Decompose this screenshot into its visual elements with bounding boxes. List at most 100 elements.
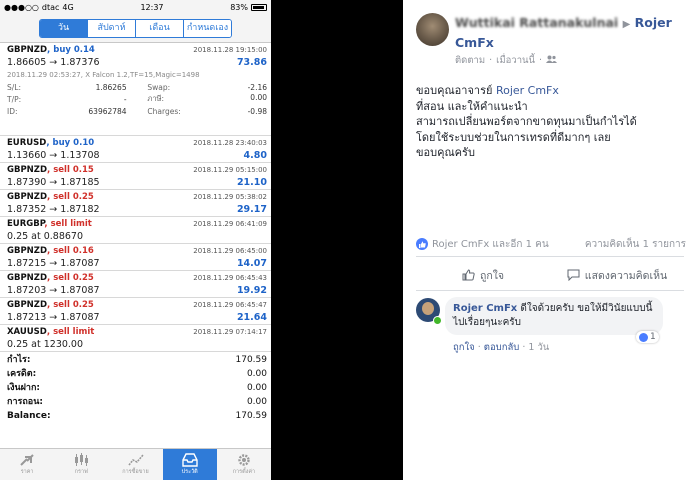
tab-settings[interactable]: การตั้งค่า xyxy=(217,449,271,480)
trade-datetime: 2018.11.29 06:45:47 xyxy=(193,301,267,309)
trade-symbol: GBPNZD xyxy=(7,192,48,202)
trade-row[interactable]: GBPNZD, sell 0.25 2018.11.29 05:38:02 1.87… xyxy=(0,190,271,217)
trade-row[interactable]: GBPNZD, sell 0.25 2018.11.29 06:45:43 1.87… xyxy=(0,271,271,298)
comment-time[interactable]: 1 วัน xyxy=(528,342,549,353)
like-button[interactable]: ถูกใจ xyxy=(416,262,550,288)
battery-icon xyxy=(251,3,267,11)
summary-label: เงินฝาก: xyxy=(7,383,40,393)
post-line: ที่สอน และให้คำแนะนำ xyxy=(416,99,528,113)
period-selector-bar: วัน สัปดาห์ เดือน กำหนดเอง xyxy=(0,14,271,43)
trade-datetime: 2018.11.29 07:14:17 xyxy=(193,328,267,336)
post-line: ขอบคุณครับ xyxy=(416,146,475,159)
trade-row[interactable]: GBPNZD, sell 0.16 2018.11.29 06:45:00 1.87… xyxy=(0,244,271,271)
segment-week[interactable]: สัปดาห์ xyxy=(87,19,135,37)
period-segmented-control: วัน สัปดาห์ เดือน กำหนดเอง xyxy=(39,18,232,38)
tab-label: การซื้อขาย xyxy=(122,469,149,475)
friends-audience-icon xyxy=(546,55,558,66)
follow-link[interactable]: ติดตาม xyxy=(455,53,485,68)
trade-symbol: GBPNZD xyxy=(7,300,48,310)
summary-row: เครดิต: 0.00 xyxy=(7,367,267,381)
tab-history[interactable]: ประวัติ xyxy=(162,449,217,480)
post-line: ขอบคุณอาจารย์ xyxy=(416,84,496,97)
comment-bubble: Rojer CmFx ดีใจด้วยครับ ขอให้มีวินัยแบบน… xyxy=(445,297,663,335)
trade-symbol: GBPNZD xyxy=(7,45,48,55)
comment-actions: ถูกใจ · ตอบกลับ · 1 วัน xyxy=(453,340,549,355)
trade-row[interactable]: EURGBP, sell limit 2018.11.29 06:41:09 0.2… xyxy=(0,217,271,244)
tab-quotes[interactable]: ราคา xyxy=(0,449,54,480)
status-bar: ●●●○○ dtac 4G 12:37 83% xyxy=(0,0,271,14)
online-status-dot xyxy=(433,316,442,325)
trade-detail-row: S/L: 1.86265 Swap: -2.16 xyxy=(7,81,267,93)
dot-separator: · xyxy=(489,55,493,66)
thumbs-up-icon xyxy=(462,269,475,281)
arrow-right-icon: ▶ xyxy=(622,19,631,30)
trade-row-expanded[interactable]: GBPNZD, buy 0.14 2018.11.28 19:15:00 1.8… xyxy=(0,43,271,136)
summary-row: Balance: 170.59 xyxy=(7,409,267,423)
divider xyxy=(416,290,684,291)
trade-profit: 21.64 xyxy=(236,312,267,323)
like-summary[interactable]: Rojer CmFx และอีก 1 คน xyxy=(416,237,549,252)
trade-symbol: EURGBP xyxy=(7,219,45,229)
trade-prices: 0.25 at 0.88670 xyxy=(7,231,84,242)
segment-day[interactable]: วัน xyxy=(40,19,87,37)
battery-percent: 83% xyxy=(230,2,248,12)
post-mention[interactable]: Rojer CmFx xyxy=(496,84,559,97)
trade-prices: 1.87213 → 1.87087 xyxy=(7,312,100,323)
trade-profit: 14.07 xyxy=(236,258,267,269)
trade-prices: 1.13660 → 1.13708 xyxy=(7,150,100,161)
detail-value: -0.98 xyxy=(247,106,267,116)
segment-month[interactable]: เดือน xyxy=(135,19,183,37)
trade-symbol: GBPNZD xyxy=(7,246,48,256)
trade-symbol: EURUSD xyxy=(7,138,47,148)
comment-like-count: 1 xyxy=(650,332,656,342)
tab-trade[interactable]: การซื้อขาย xyxy=(108,449,162,480)
trade-datetime: 2018.11.28 19:15:00 xyxy=(193,46,267,54)
trade-side: sell 0.16 xyxy=(53,246,94,256)
post-body: ขอบคุณอาจารย์ Rojer CmFx ที่สอน และให้คำ… xyxy=(416,83,686,161)
detail-value: 1.86265 xyxy=(95,82,127,92)
likes-text: Rojer CmFx และอีก 1 คน xyxy=(432,238,549,250)
detail-value: -2.16 xyxy=(247,82,267,92)
detail-label: ID: xyxy=(7,106,18,116)
quotes-icon xyxy=(20,454,34,466)
post-meta: ติดตาม · เมื่อวานนี้ · xyxy=(455,53,558,68)
trade-side: buy 0.14 xyxy=(53,45,95,55)
trade-datetime: 2018.11.29 06:45:43 xyxy=(193,274,267,282)
trade-row[interactable]: EURUSD, buy 0.10 2018.11.28 23:40:03 1.136… xyxy=(0,136,271,163)
comment-label: แสดงความคิดเห็น xyxy=(584,269,668,282)
comment-button[interactable]: แสดงความคิดเห็น xyxy=(550,262,684,288)
post-time[interactable]: เมื่อวานนี้ xyxy=(496,53,535,68)
trade-symbol: GBPNZD xyxy=(7,165,48,175)
summary-value: 0.00 xyxy=(246,397,267,407)
author-avatar[interactable] xyxy=(416,13,449,46)
comment-like-badge[interactable]: 1 xyxy=(636,331,659,343)
carrier: dtac xyxy=(41,2,60,12)
comment-reply-link[interactable]: ตอบกลับ xyxy=(484,342,520,353)
commenter-name[interactable]: Rojer CmFx xyxy=(453,303,517,314)
like-reaction-icon xyxy=(639,332,648,342)
detail-label: ภาษี: xyxy=(147,94,165,103)
mt4-phone-screen: ●●●○○ dtac 4G 12:37 83% วัน สัปดาห์ เดือ… xyxy=(0,0,271,480)
segment-custom[interactable]: กำหนดเอง xyxy=(183,19,231,37)
comments-count[interactable]: ความคิดเห็น 1 รายการ xyxy=(585,237,686,252)
trade-row[interactable]: XAUUSD, sell limit 2018.11.29 07:14:17 0.2… xyxy=(0,325,271,352)
detail-value: - xyxy=(123,94,127,104)
network: 4G xyxy=(62,2,74,12)
post-actions: ถูกใจ แสดงความคิดเห็น xyxy=(416,262,684,288)
detail-label: Charges: xyxy=(147,106,181,116)
blurred-author-name[interactable]: Wuttikai Rattanakulnai xyxy=(455,15,618,30)
trade-side: sell 0.15 xyxy=(53,165,94,175)
trade-datetime: 2018.11.29 05:15:00 xyxy=(193,166,267,174)
summary-label: เครดิต: xyxy=(7,369,37,379)
trade-row[interactable]: GBPNZD, sell 0.25 2018.11.29 06:45:47 1.87… xyxy=(0,298,271,325)
tab-label: ประวัติ xyxy=(181,469,198,475)
facebook-post: Wuttikai Rattanakulnai ▶ Rojer CmFx ติดต… xyxy=(403,0,692,480)
reaction-summary: Rojer CmFx และอีก 1 คน ความคิดเห็น 1 ราย… xyxy=(416,236,686,252)
trade-comment: 2018.11.29 02:53:27, X Falcon 1.2,TF=15,… xyxy=(7,71,200,79)
tab-charts[interactable]: กราฟ xyxy=(54,449,108,480)
comment-like-link[interactable]: ถูกใจ xyxy=(453,342,475,353)
signal-icon: ●●●○○ xyxy=(4,2,39,12)
summary-value: 0.00 xyxy=(246,383,267,393)
trade-datetime: 2018.11.29 06:41:09 xyxy=(193,220,267,228)
trade-row[interactable]: GBPNZD, sell 0.15 2018.11.29 05:15:00 1.87… xyxy=(0,163,271,190)
